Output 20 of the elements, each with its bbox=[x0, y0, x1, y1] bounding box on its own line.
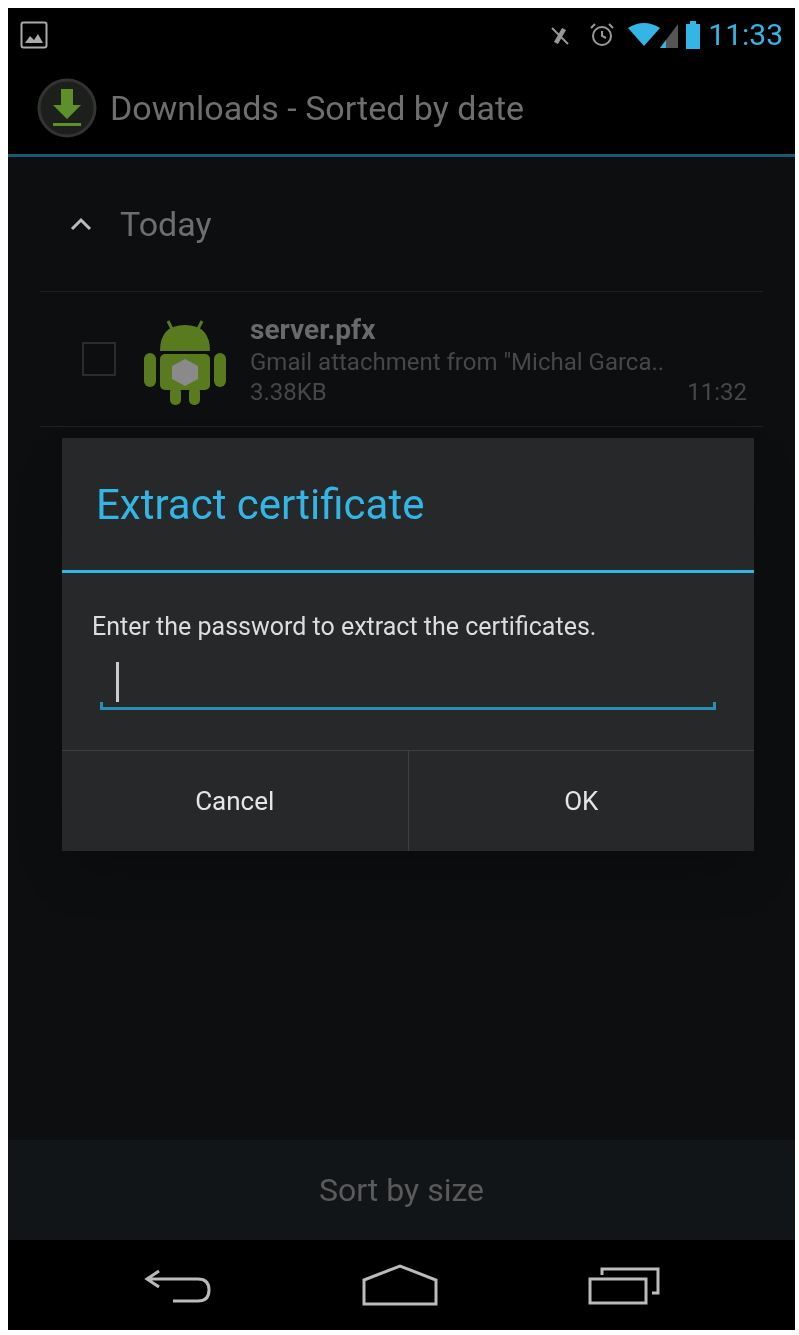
recent-apps-icon[interactable] bbox=[588, 1265, 661, 1305]
download-icon bbox=[36, 77, 98, 139]
dialog-title: Extract certificate bbox=[96, 478, 425, 531]
file-name: server.pfx bbox=[250, 311, 377, 347]
dialog-button[interactable]: OK bbox=[407, 751, 754, 852]
file-time: 11:32 bbox=[687, 376, 747, 407]
caret-icon[interactable] bbox=[70, 217, 92, 231]
signal-icon bbox=[660, 22, 679, 48]
checkbox[interactable] bbox=[82, 342, 116, 376]
file-description: Gmail attachment from "Michal Garca.. bbox=[250, 346, 666, 377]
file-size: 3.38KB bbox=[250, 376, 327, 407]
wifi-icon bbox=[628, 22, 661, 48]
group-header: Today bbox=[120, 202, 212, 246]
dialog-message: Enter the password to extract the certificates. bbox=[92, 611, 598, 643]
screen-title: Downloads - Sorted by date bbox=[110, 86, 525, 130]
home-icon[interactable] bbox=[362, 1264, 439, 1306]
dialog-button[interactable]: Cancel bbox=[62, 751, 408, 852]
battery-icon bbox=[686, 21, 701, 49]
picture-notification-icon bbox=[20, 21, 48, 49]
clock: 11:33 bbox=[708, 20, 783, 50]
